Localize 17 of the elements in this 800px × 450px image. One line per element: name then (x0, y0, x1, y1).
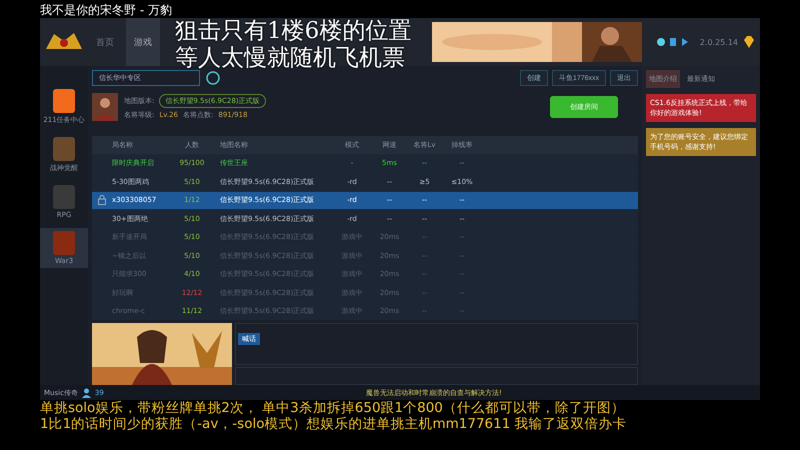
nav-tab[interactable]: 游戏 (126, 18, 160, 66)
game-icon (53, 185, 75, 209)
game-icon (53, 231, 75, 255)
game-icon (53, 89, 75, 113)
subtitle-line: 1比1的话时间少的获胜（-av，-solo模式）想娱乐的进单挑主机mm177611 我输了返双倍办卡 (40, 416, 628, 432)
version-label: 2.0.25.14 (700, 38, 738, 46)
stream-title: 我不是你的宋冬野 - 万豹 (39, 2, 173, 18)
globe-icon[interactable] (204, 70, 222, 86)
chat-input[interactable] (235, 367, 638, 385)
game-icon (53, 137, 75, 161)
subtitle-line: 单挑solo娱乐，带粉丝牌单挑2次， 单中3杀加拆掉650跟1个800（什么都可以带，除了开图） (40, 400, 626, 416)
diamond-icon (742, 35, 756, 49)
nav-tab[interactable]: 首页 (88, 18, 122, 66)
person-icon (82, 388, 91, 398)
avatar (92, 93, 118, 121)
overlay-caption: 狙击只有1楼6楼的位置 (175, 18, 412, 45)
overlay-caption: 等人太慢就随机飞机票 (175, 45, 406, 72)
